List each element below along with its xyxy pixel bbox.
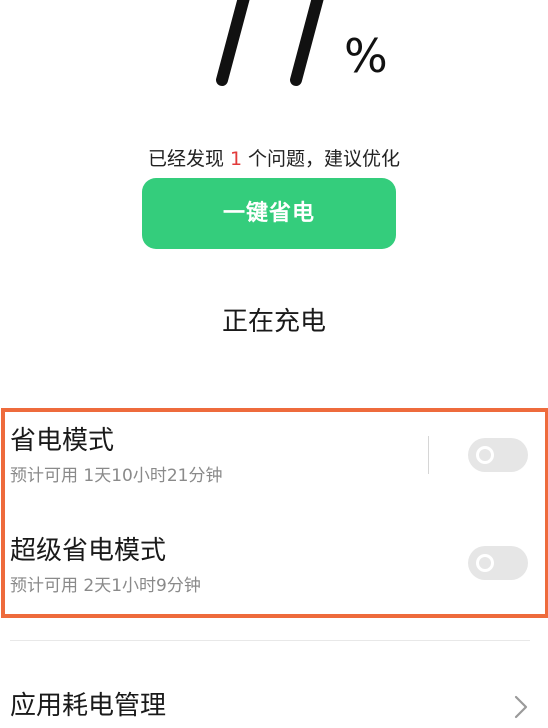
issue-count: 1: [229, 148, 243, 170]
toggle-knob: [476, 446, 494, 464]
app-power-usage-label: 应用耗电管理: [10, 691, 167, 721]
chevron-right-icon: [514, 695, 528, 719]
issue-summary: 已经发现 1 个问题，建议优化: [0, 146, 548, 172]
app-power-usage-row[interactable]: 应用耗电管理: [0, 680, 548, 728]
battery-percent-display: %: [0, 0, 548, 110]
toggle-knob: [476, 554, 494, 572]
percent-sign: %: [344, 29, 388, 83]
super-power-saving-mode-estimate: 预计可用 2天1小时9分钟: [10, 576, 201, 596]
row-divider: [428, 436, 429, 474]
battery-percent-digits: [216, 0, 324, 86]
charging-status: 正在充电: [221, 307, 326, 337]
power-saving-mode-estimate: 预计可用 1天10小时21分钟: [10, 466, 223, 486]
super-power-saving-mode-toggle[interactable]: [468, 546, 528, 580]
issue-suffix: 个问题，建议优化: [248, 148, 401, 170]
one-tap-save-button[interactable]: 一键省电: [142, 178, 396, 249]
super-power-saving-mode-title: 超级省电模式: [10, 536, 167, 566]
power-saving-mode-title: 省电模式: [10, 426, 115, 456]
power-saving-mode-toggle[interactable]: [468, 438, 528, 472]
section-divider: [10, 640, 530, 641]
super-power-saving-mode-row[interactable]: 超级省电模式 预计可用 2天1小时9分钟: [0, 528, 548, 628]
power-saving-mode-row[interactable]: 省电模式 预计可用 1天10小时21分钟: [0, 418, 548, 518]
issue-prefix: 已经发现: [147, 148, 224, 170]
battery-page: % 已经发现 1 个问题，建议优化 一键省电 正在充电 省电模式 预计可用 1天10…: [0, 0, 548, 728]
